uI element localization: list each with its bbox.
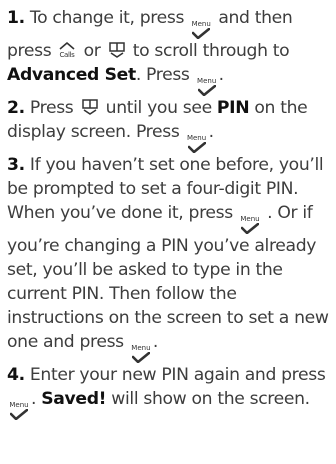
step-number: 4. [7, 365, 25, 385]
step-3: 3. If you haven’t set one before, you’ll… [7, 153, 333, 363]
step-text: . [208, 122, 214, 142]
menu-key-icon: Menu [191, 21, 211, 39]
calls-icon: Calls [59, 42, 76, 58]
step-text: Press [29, 98, 74, 118]
step-text: . [218, 65, 224, 85]
step-2: 2. Press until you see PIN on the displa… [7, 96, 333, 153]
step-number: 2. [7, 98, 25, 118]
step-number: 1. [7, 8, 25, 28]
step-text: to scroll through to [132, 41, 290, 61]
step-4: 4. Enter your new PIN again and press Me… [7, 363, 333, 420]
step-text: . Or if you’re changing a PIN you’ve alr… [7, 203, 329, 352]
step-text: will show on the screen. [111, 389, 310, 409]
menu-key-label: Menu [131, 344, 151, 352]
phonebook-icon [108, 42, 125, 58]
menu-key-label: Menu [197, 77, 217, 85]
step-text: until you see [105, 98, 212, 118]
menu-key-icon: Menu [197, 78, 217, 96]
menu-key-icon: Menu [240, 216, 260, 234]
step-1: 1. To change it, press Menu and then pre… [7, 6, 333, 96]
menu-key-icon: Menu [131, 345, 151, 363]
menu-key-label: Menu [191, 20, 211, 28]
menu-key-label: Menu [186, 134, 207, 142]
step-number: 3. [7, 155, 25, 175]
menu-key-label: Menu [240, 215, 260, 223]
bold-term: Advanced Set [7, 65, 136, 85]
instruction-page: 1. To change it, press Menu and then pre… [0, 0, 336, 464]
step-text: . Press [135, 65, 190, 85]
step-text: Enter your new PIN again and press [29, 365, 326, 385]
step-text: To change it, press [29, 8, 185, 28]
step-text: . [31, 389, 37, 409]
bold-term: PIN [216, 98, 250, 118]
svg-text:Calls: Calls [60, 51, 76, 58]
menu-key-label: Menu [9, 401, 29, 409]
bold-term: Saved! [41, 389, 107, 409]
menu-key-icon: Menu [9, 402, 29, 420]
step-text: . [152, 332, 159, 352]
phonebook-icon [81, 99, 98, 115]
step-text: or [83, 41, 101, 61]
menu-key-icon: Menu [187, 135, 207, 153]
